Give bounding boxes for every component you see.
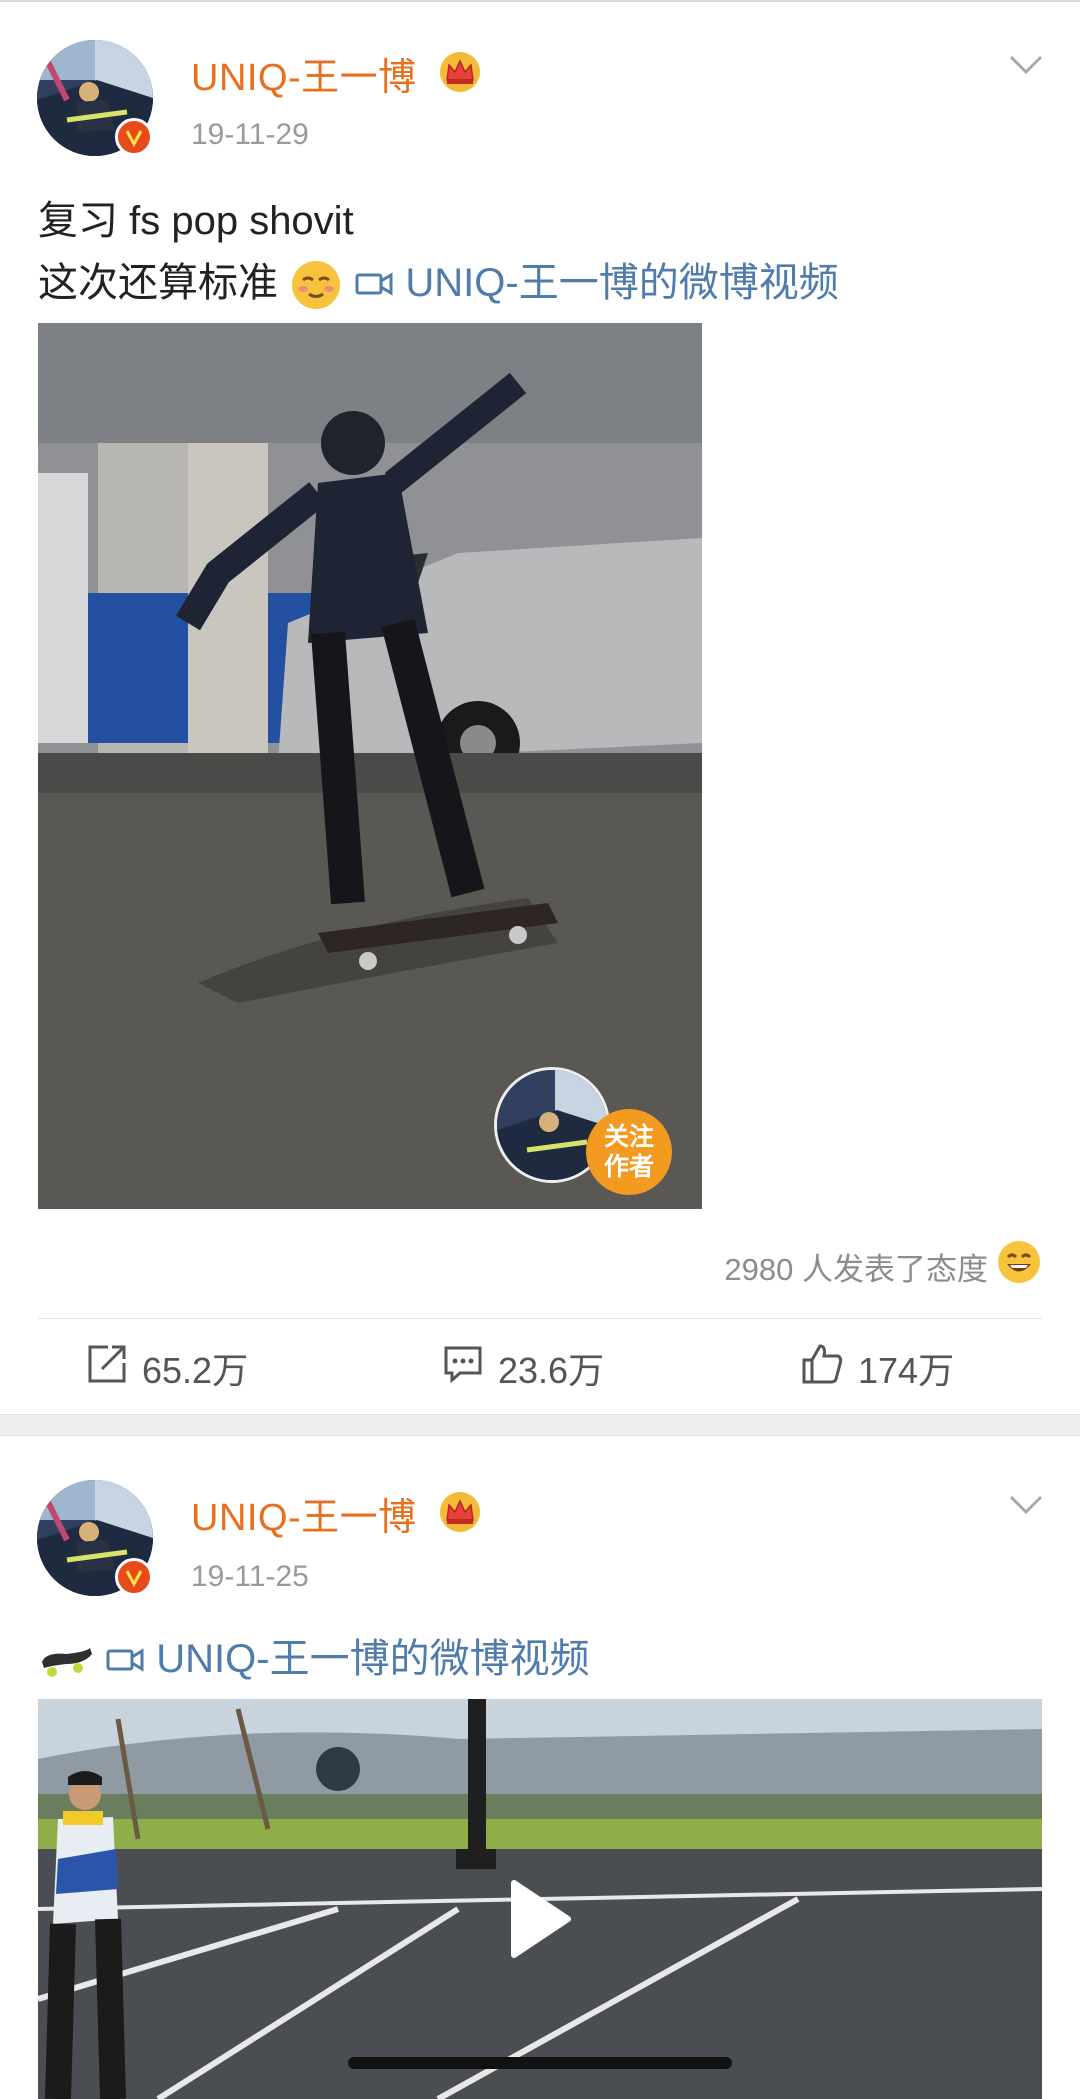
- repost-count: 65.2万: [142, 1350, 249, 1391]
- laugh-emoji: [996, 1239, 1042, 1293]
- username[interactable]: UNIQ-王一博: [191, 46, 417, 101]
- post-date: 19-11-25: [191, 1560, 309, 1593]
- feed-separator: [0, 1414, 1080, 1436]
- skateboard-emoji: [38, 1639, 94, 1684]
- follow-badge-line2: 作者: [603, 1153, 654, 1181]
- post-card[interactable]: UNIQ-王一博 19-11-25 UNIQ-王一博的微博视频: [0, 1436, 1080, 2099]
- post-text: 这次还算标准: [38, 261, 278, 305]
- video-thumbnail[interactable]: [38, 1699, 1042, 2099]
- post-date: 19-11-29: [191, 118, 309, 151]
- post-text-line-2: 这次还算标准 UNIQ-王一博的微博视频: [38, 250, 839, 312]
- play-icon[interactable]: [508, 1879, 572, 1964]
- video-link[interactable]: UNIQ-王一博的微博视频: [354, 261, 839, 305]
- action-divider: [38, 1318, 1042, 1319]
- smile-emoji: [289, 258, 343, 312]
- like-icon: [800, 1342, 844, 1395]
- repost-icon: [86, 1343, 128, 1394]
- follow-badge-line1: 关注: [603, 1123, 654, 1151]
- video-camera-icon: [354, 261, 405, 305]
- reactions-summary[interactable]: 2980 人发表了态度: [724, 1239, 1042, 1293]
- post-text-line-1: 复习 fs pop shovit: [38, 199, 354, 243]
- reactions-text[interactable]: 2980 人发表了态度: [724, 1244, 988, 1289]
- chevron-down-icon[interactable]: [1008, 54, 1044, 76]
- home-indicator[interactable]: [348, 2057, 732, 2069]
- video-link-label[interactable]: UNIQ-王一博的微博视频: [156, 1637, 589, 1681]
- like-button[interactable]: 174万: [800, 1343, 954, 1393]
- like-count: 174万: [858, 1350, 955, 1391]
- comment-button[interactable]: 23.6万: [442, 1343, 604, 1393]
- follow-author-button[interactable]: 关注 作者: [586, 1109, 672, 1195]
- chevron-down-icon[interactable]: [1008, 1494, 1044, 1516]
- video-link[interactable]: UNIQ-王一博的微博视频: [105, 1637, 590, 1681]
- comment-count: 23.6万: [498, 1350, 605, 1391]
- post-card[interactable]: UNIQ-王一博 19-11-29 复习 fs pop shovit 这次还算标…: [0, 2, 1080, 1414]
- post-text-line-1: UNIQ-王一博的微博视频: [38, 1626, 590, 1684]
- video-thumbnail[interactable]: 关注 作者: [38, 323, 702, 1209]
- comment-icon: [442, 1343, 484, 1394]
- repost-button[interactable]: 65.2万: [86, 1343, 248, 1393]
- verified-icon: [115, 1558, 153, 1596]
- video-camera-icon: [105, 1637, 156, 1681]
- crown-icon: [438, 1490, 482, 1534]
- verified-icon: [115, 118, 153, 156]
- video-link-label[interactable]: UNIQ-王一博的微博视频: [405, 261, 838, 305]
- username[interactable]: UNIQ-王一博: [191, 1486, 417, 1541]
- crown-icon: [438, 50, 482, 94]
